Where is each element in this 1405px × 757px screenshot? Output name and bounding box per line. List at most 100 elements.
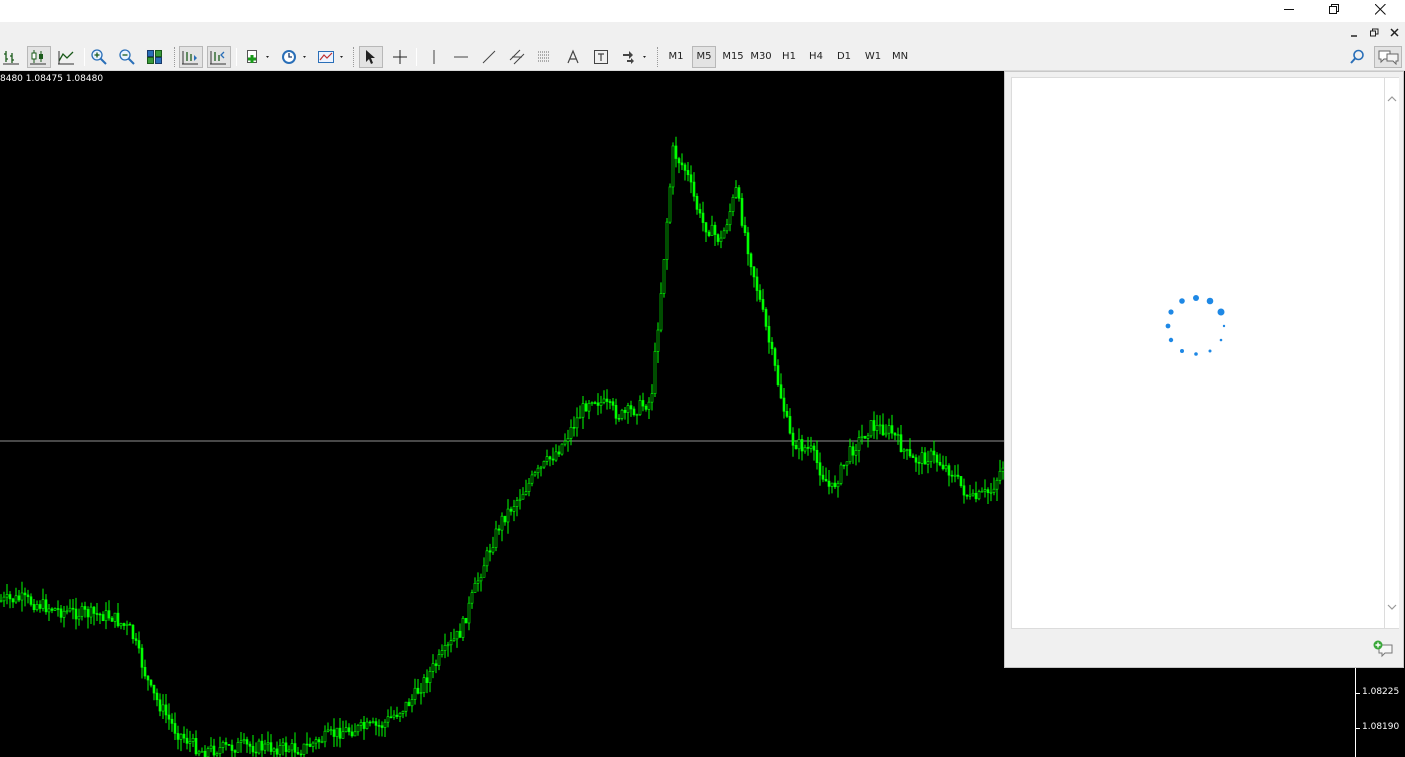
trendline-button[interactable] (478, 46, 502, 68)
scroll-down-icon[interactable] (1385, 600, 1399, 614)
timeframe-m30[interactable]: M30 (748, 46, 774, 68)
candle-body (569, 426, 573, 439)
candle-body (758, 290, 762, 300)
candle-body (356, 725, 360, 733)
candle-body (128, 623, 132, 626)
candle-body (950, 474, 954, 477)
search-button[interactable] (1346, 46, 1370, 68)
candle-body (572, 426, 576, 429)
candle-body (347, 727, 351, 733)
candlestick-chart-button[interactable] (27, 46, 51, 68)
candle-body (0, 600, 3, 603)
candle-body (596, 402, 600, 406)
candle-body (845, 461, 849, 466)
candle-body (8, 594, 12, 600)
candle-body (956, 474, 960, 477)
timeframe-m15[interactable]: M15 (720, 46, 746, 68)
timeframe-m1[interactable]: M1 (664, 46, 688, 68)
timeframe-mn[interactable]: MN (888, 46, 912, 68)
text-button[interactable] (562, 46, 586, 68)
timeframe-m5[interactable]: M5 (692, 46, 716, 68)
timeframe-w1[interactable]: W1 (861, 46, 885, 68)
candle-body (728, 211, 732, 226)
candle-body (113, 612, 117, 622)
candle-body (776, 365, 780, 385)
timeframe-d1[interactable]: D1 (832, 46, 856, 68)
vertical-line-icon (433, 50, 435, 64)
candle-body (65, 610, 69, 613)
mdi-close-button[interactable] (1387, 25, 1403, 41)
minimize-button[interactable] (1266, 0, 1312, 20)
toolbar-grip[interactable] (657, 47, 660, 67)
candle-body (704, 222, 708, 233)
candle-body (68, 607, 72, 612)
toolbar-grip[interactable] (174, 47, 177, 67)
mdi-minimize-button[interactable] (1347, 25, 1363, 41)
candle-body (143, 667, 147, 677)
candle-body (683, 164, 687, 171)
mdi-restore-button[interactable] (1367, 25, 1383, 41)
chat-button[interactable] (1374, 46, 1402, 68)
candle-body (971, 492, 975, 496)
candle-body (437, 654, 441, 666)
candle-body (710, 224, 714, 236)
crosshair-button[interactable] (389, 46, 413, 68)
restore-button[interactable] (1311, 0, 1357, 20)
toolbar-grip[interactable] (353, 47, 356, 67)
zoom-out-button[interactable] (116, 46, 140, 68)
candle-body (428, 670, 432, 683)
candle-body (518, 498, 522, 501)
candle-body (158, 699, 162, 712)
candle-body (860, 435, 864, 438)
tile-windows-button[interactable] (144, 46, 168, 68)
candle-body (137, 640, 141, 649)
candle-body (737, 187, 741, 199)
timeframe-h4[interactable]: H4 (804, 46, 828, 68)
text-label-button[interactable] (590, 46, 614, 68)
autoscroll-icon (182, 51, 198, 65)
autoscroll-button[interactable] (179, 46, 203, 68)
candle-body (314, 739, 318, 744)
line-chart-button[interactable] (55, 46, 79, 68)
chat-scrollbar[interactable] (1385, 77, 1399, 629)
candle-body (641, 400, 645, 407)
candle-body (488, 550, 492, 553)
timeframe-h1[interactable]: H1 (777, 46, 801, 68)
toolbar-separator (236, 48, 237, 66)
fibonacci-button[interactable] (534, 46, 558, 68)
candle-body (89, 606, 93, 618)
cursor-icon (366, 50, 375, 64)
candle-body (833, 482, 837, 488)
close-button[interactable] (1357, 0, 1403, 20)
add-chat-icon[interactable] (1373, 640, 1395, 658)
candle-body (983, 489, 987, 492)
candle-body (842, 464, 846, 467)
candle-body (329, 729, 333, 732)
vertical-line-button[interactable] (422, 46, 446, 68)
candle-body (293, 743, 297, 753)
chart-shift-button[interactable] (207, 46, 231, 68)
candle-body (215, 753, 219, 756)
candle-body (311, 742, 315, 747)
candle-body (602, 398, 606, 403)
bar-chart-button[interactable] (0, 46, 24, 68)
zoom-in-button[interactable] (88, 46, 112, 68)
candle-body (449, 640, 453, 646)
templates-button[interactable] (315, 46, 347, 68)
candle-body (263, 743, 267, 751)
candle-body (974, 492, 978, 500)
cursor-button[interactable] (359, 46, 383, 68)
candle-body (707, 231, 711, 236)
periodicity-button[interactable] (278, 46, 310, 68)
text-label-icon (594, 50, 608, 64)
equidistant-channel-button[interactable] (506, 46, 530, 68)
candle-body (638, 400, 642, 415)
scroll-up-icon[interactable] (1385, 92, 1399, 106)
candle-body (461, 617, 465, 638)
arrows-button[interactable] (618, 46, 650, 68)
horizontal-line-button[interactable] (450, 46, 474, 68)
indicators-button[interactable] (243, 46, 273, 68)
candle-body (743, 225, 747, 233)
candle-body (452, 638, 456, 641)
candle-body (575, 417, 579, 429)
